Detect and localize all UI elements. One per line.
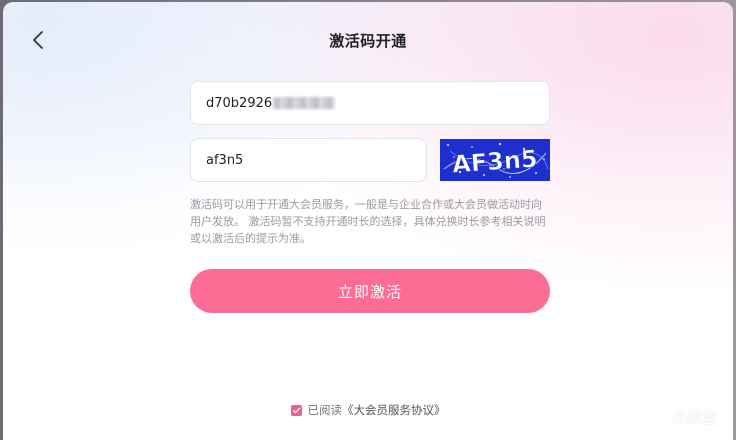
captcha-graphic: AF3n5 [440,139,550,181]
redacted-mask [273,97,336,109]
captcha-input-value: af3n5 [206,152,244,168]
activation-hint-text: 激活码可以用于开通大会员服务，一般是与企业合作或大会员做活动时向用户发放。 激活… [190,198,546,245]
agreement-checkbox[interactable] [290,404,302,416]
watermark: 小黑盒 [646,406,717,428]
captcha-text: AF3n5 [451,145,538,179]
activate-now-button[interactable]: 立即激活 [190,269,550,313]
agreement-row: 已阅读 《大会员服务协议》 [3,402,733,418]
activation-code-value: d70b2926 [206,95,273,111]
agreement-prefix: 已阅读 [307,403,343,417]
dialog-title: 激活码开通 [329,32,407,50]
watermark-text: 小黑盒 [671,408,717,427]
service-agreement-link[interactable]: 《大会员服务协议》 [342,402,446,418]
captcha-input[interactable]: af3n5 [190,138,427,182]
activation-code-dialog: 激活码开通 d70b2926 af3n5 AF3n5 激活码可以用于开通大会员服… [3,2,733,440]
checkmark-icon [292,407,300,413]
captcha-image[interactable]: AF3n5 [440,139,550,181]
activation-code-input[interactable]: d70b2926 [190,81,550,125]
xiaoheihe-logo-icon [646,407,667,427]
